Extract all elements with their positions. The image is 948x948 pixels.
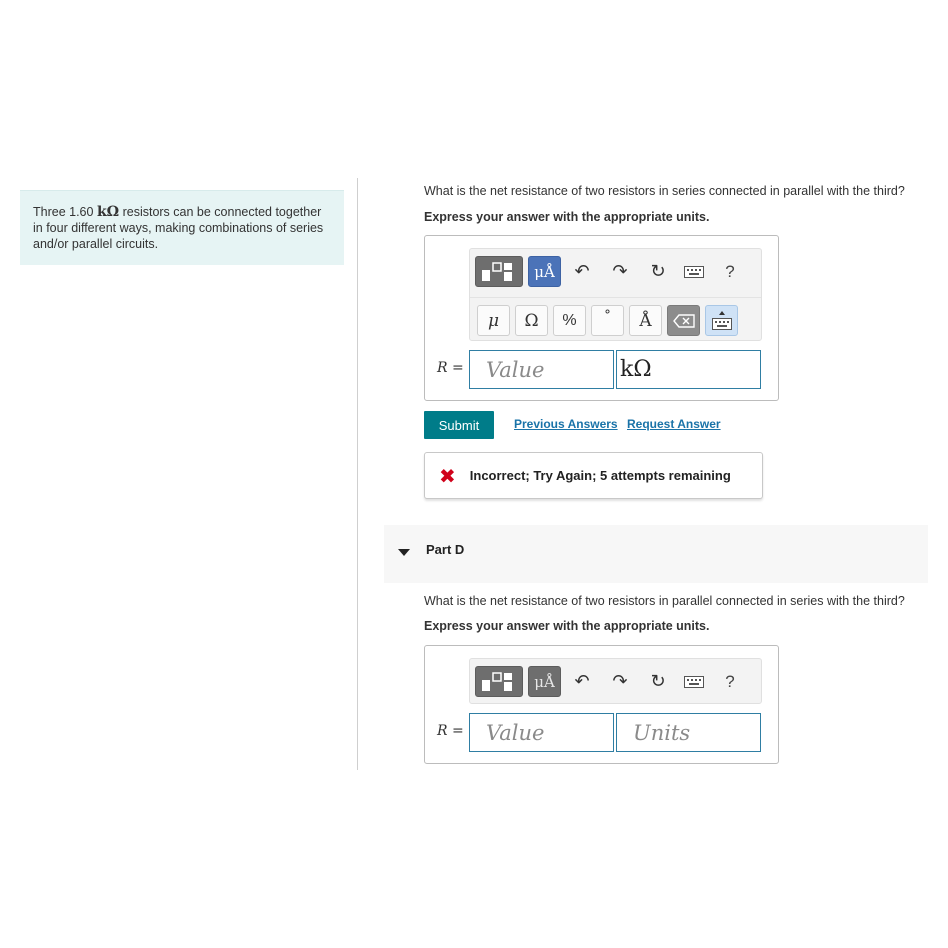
part-c-instruction: Express your answer with the appropriate… bbox=[424, 210, 710, 224]
part-d-answer-panel: μÅ ↶ ↷ ↻ ? R = Value Units bbox=[424, 645, 779, 764]
percent-button[interactable]: % bbox=[553, 305, 586, 336]
units-button[interactable]: μÅ bbox=[528, 256, 561, 287]
caret-down-icon[interactable] bbox=[398, 549, 410, 556]
r-equals: = bbox=[447, 360, 464, 376]
feedback-box: ✖ Incorrect; Try Again; 5 attempts remai… bbox=[424, 452, 763, 499]
redo-icon[interactable]: ↷ bbox=[606, 256, 634, 287]
degree-button[interactable]: ° bbox=[591, 305, 624, 336]
submit-button[interactable]: Submit bbox=[424, 411, 494, 439]
part-d-math-toolbar: μÅ ↶ ↷ ↻ ? bbox=[469, 658, 762, 704]
r-label: R = bbox=[437, 360, 464, 376]
units-button[interactable]: μÅ bbox=[528, 666, 561, 697]
problem-unit: kΩ bbox=[96, 204, 120, 220]
angstrom-button[interactable]: Å bbox=[629, 305, 662, 336]
backspace-icon[interactable] bbox=[667, 305, 700, 336]
part-d-title: Part D bbox=[426, 542, 465, 557]
problem-text-prefix: Three 1.60 bbox=[33, 205, 97, 219]
templates-icon[interactable] bbox=[475, 666, 523, 697]
toolbar-row: μÅ ↶ ↷ ↻ ? bbox=[470, 659, 761, 703]
reset-icon[interactable]: ↻ bbox=[644, 666, 672, 697]
toolbar-row: μÅ ↶ ↷ ↻ ? bbox=[470, 249, 761, 293]
column-divider bbox=[357, 178, 358, 770]
toolbar-row: μ Ω % ° Å bbox=[470, 297, 761, 341]
r-equals: = bbox=[447, 723, 464, 739]
help-icon[interactable]: ? bbox=[718, 256, 742, 287]
value-input[interactable]: Value bbox=[469, 713, 614, 752]
omega-button[interactable]: Ω bbox=[515, 305, 548, 336]
r-label: R = bbox=[437, 723, 464, 739]
part-c-math-toolbar: μÅ ↶ ↷ ↻ ? μ Ω % ° Å bbox=[469, 248, 762, 341]
keyboard-icon[interactable] bbox=[680, 666, 708, 697]
part-c-answer-panel: μÅ ↶ ↷ ↻ ? μ Ω % ° Å R = Value kΩ bbox=[424, 235, 779, 401]
incorrect-icon: ✖ bbox=[439, 463, 456, 488]
undo-icon[interactable]: ↶ bbox=[568, 666, 596, 697]
units-input[interactable]: Units bbox=[616, 713, 761, 752]
part-c-question: What is the net resistance of two resist… bbox=[424, 184, 905, 198]
mu-button[interactable]: μ bbox=[477, 305, 510, 336]
reset-icon[interactable]: ↻ bbox=[644, 256, 672, 287]
r-variable: R bbox=[437, 723, 448, 739]
request-answer-link[interactable]: Request Answer bbox=[627, 417, 721, 431]
r-variable: R bbox=[437, 360, 448, 376]
keyboard-toggle-icon[interactable] bbox=[705, 305, 738, 336]
undo-icon[interactable]: ↶ bbox=[568, 256, 596, 287]
feedback-message: Incorrect; Try Again; 5 attempts remaini… bbox=[469, 468, 731, 483]
part-d-instruction: Express your answer with the appropriate… bbox=[424, 619, 710, 633]
help-icon[interactable]: ? bbox=[718, 666, 742, 697]
units-input[interactable]: kΩ bbox=[616, 350, 761, 389]
previous-answers-link[interactable]: Previous Answers bbox=[514, 417, 618, 431]
problem-statement: Three 1.60 kΩ resistors can be connected… bbox=[20, 190, 344, 265]
keyboard-icon[interactable] bbox=[680, 256, 708, 287]
value-input[interactable]: Value bbox=[469, 350, 614, 389]
templates-icon[interactable] bbox=[475, 256, 523, 287]
part-d-header[interactable]: Part D bbox=[384, 525, 928, 583]
redo-icon[interactable]: ↷ bbox=[606, 666, 634, 697]
part-d-question: What is the net resistance of two resist… bbox=[424, 594, 905, 608]
